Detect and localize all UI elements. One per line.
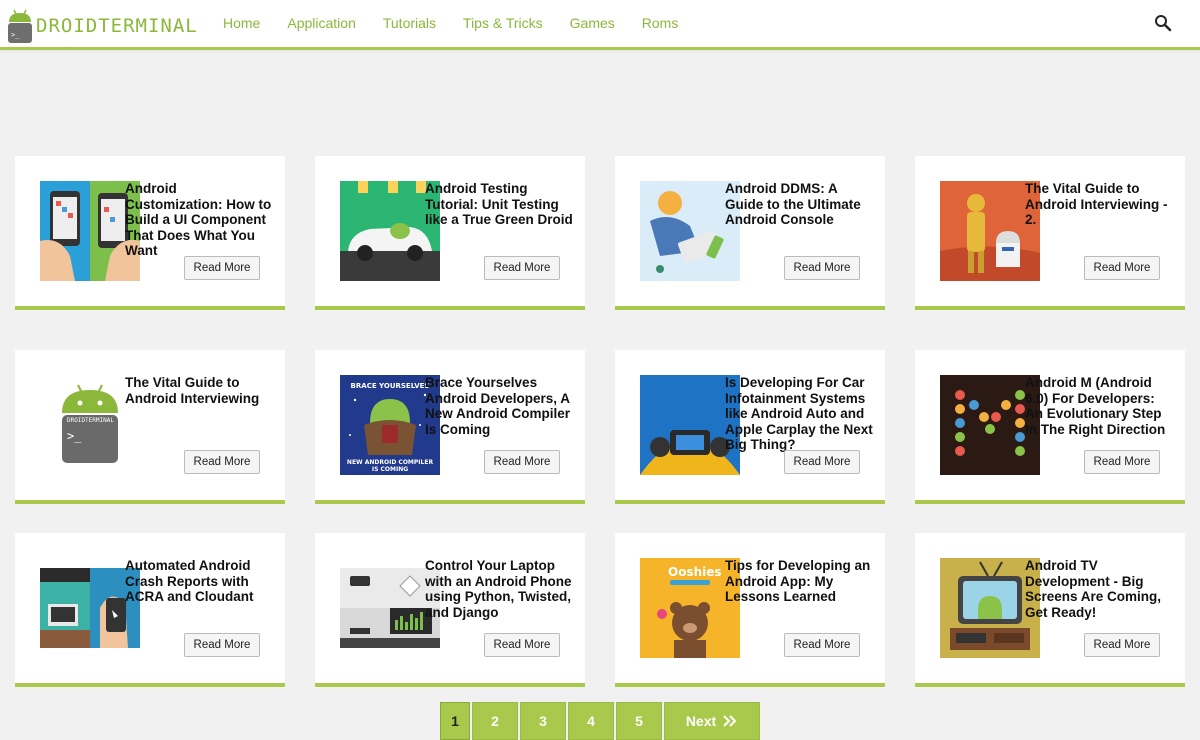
nav-item-games[interactable]: Games [570,15,615,31]
article-card: Automated Android Crash Reports with ACR… [15,533,285,687]
article-card: The Vital Guide to Android Interviewing … [915,156,1185,310]
article-card: Android TV Development - Big Screens Are… [915,533,1185,687]
svg-text:DROIDTERMINAL: DROIDTERMINAL [67,417,114,424]
read-more-button[interactable]: Read More [1084,450,1160,474]
droid-terminal-logo-icon: >_ [8,9,32,43]
read-more-button[interactable]: Read More [484,633,560,657]
article-title[interactable]: Android Testing Tutorial: Unit Testing l… [425,181,575,228]
article-card: Android DDMS: A Guide to the Ultimate An… [615,156,885,310]
site-logo[interactable]: >_ DROIDTERMINAL [6,7,198,45]
read-more-button[interactable]: Read More [184,450,260,474]
svg-text:Ooshies: Ooshies [668,565,722,579]
nav-item-application[interactable]: Application [287,15,356,31]
article-title[interactable]: Android TV Development - Big Screens Are… [1025,558,1175,620]
double-chevron-right-icon [723,715,737,727]
article-title[interactable]: Automated Android Crash Reports with ACR… [125,558,275,605]
read-more-button[interactable]: Read More [484,256,560,280]
svg-text:>_: >_ [11,31,20,39]
article-card: Android Testing Tutorial: Unit Testing l… [315,156,585,310]
article-title[interactable]: Android M (Android 6.0) For Developers: … [1025,375,1175,437]
read-more-button[interactable]: Read More [784,450,860,474]
read-more-button[interactable]: Read More [1084,633,1160,657]
read-more-button[interactable]: Read More [184,633,260,657]
logo-text: DROIDTERMINAL [36,14,198,37]
article-title[interactable]: Control Your Laptop with an Android Phon… [425,558,575,620]
svg-text:IS COMING: IS COMING [372,466,408,473]
article-card: DROIDTERMINAL >_ The Vital Guide to Andr… [15,350,285,504]
article-card: Android Customization: How to Build a UI… [15,156,285,310]
read-more-button[interactable]: Read More [784,256,860,280]
svg-text:NEW ANDROID COMPILER: NEW ANDROID COMPILER [347,459,434,466]
article-title[interactable]: Is Developing For Car Infotainment Syste… [725,375,875,453]
next-page-button[interactable]: Next [664,702,760,740]
article-title[interactable]: Android Customization: How to Build a UI… [125,181,275,259]
page-button-4[interactable]: 4 [568,702,614,740]
read-more-button[interactable]: Read More [784,633,860,657]
article-card: Is Developing For Car Infotainment Syste… [615,350,885,504]
article-title[interactable]: Android DDMS: A Guide to the Ultimate An… [725,181,875,228]
article-card: BRACE YOURSELVES NEW ANDROID COMPILER IS… [315,350,585,504]
article-card: Android M (Android 6.0) For Developers: … [915,350,1185,504]
nav-item-home[interactable]: Home [223,15,260,31]
article-card: Control Your Laptop with an Android Phon… [315,533,585,687]
svg-text:BRACE YOURSELVES: BRACE YOURSELVES [351,382,430,390]
article-title[interactable]: The Vital Guide to Android Interviewing … [1025,181,1175,228]
svg-text:>_: >_ [67,429,82,443]
read-more-button[interactable]: Read More [484,450,560,474]
page-button-5[interactable]: 5 [616,702,662,740]
read-more-button[interactable]: Read More [1084,256,1160,280]
pagination: 1 2 3 4 5 Next [440,702,762,740]
article-card: Ooshies Tips for Developing an Android A… [615,533,885,687]
read-more-button[interactable]: Read More [184,256,260,280]
page-button-1[interactable]: 1 [440,702,470,740]
nav-item-roms[interactable]: Roms [642,15,679,31]
next-label: Next [685,713,717,729]
page-button-3[interactable]: 3 [520,702,566,740]
main-nav: Home Application Tutorials Tips & Tricks… [223,0,705,46]
article-title[interactable]: Tips for Developing an Android App: My L… [725,558,875,605]
page-button-2[interactable]: 2 [472,702,518,740]
article-title[interactable]: Brace Yourselves Android Developers, A N… [425,375,575,437]
search-icon[interactable] [1154,14,1172,32]
nav-item-tips-tricks[interactable]: Tips & Tricks [463,15,543,31]
nav-item-tutorials[interactable]: Tutorials [383,15,436,31]
site-header: >_ DROIDTERMINAL Home Application Tutori… [0,0,1200,50]
article-title[interactable]: The Vital Guide to Android Interviewing [125,375,275,406]
